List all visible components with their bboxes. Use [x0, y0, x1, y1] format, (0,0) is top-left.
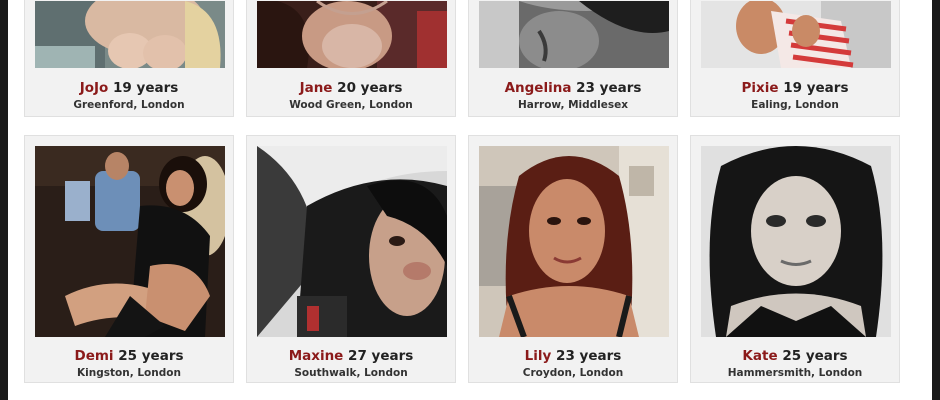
profile-age-unit: years	[136, 80, 179, 96]
profile-age-unit: years	[806, 80, 849, 96]
profile-location: Wood Green, London	[289, 99, 413, 111]
profile-location: Croydon, London	[522, 367, 624, 379]
profile-age: 23	[576, 80, 595, 96]
profile-name-link[interactable]: Maxine	[289, 348, 344, 364]
profile-location: Hammersmith, London	[727, 367, 863, 379]
profile-name-age: Demi 25 years	[25, 348, 233, 364]
profile-name-link[interactable]: Pixie	[742, 80, 779, 96]
profile-caption: Demi 25 years Kingston, London	[25, 348, 233, 380]
profile-location: Kingston, London	[77, 367, 181, 379]
profile-name-age: Pixie 19 years	[691, 80, 899, 96]
profile-age: 19	[783, 80, 803, 96]
profile-age-unit: years	[579, 348, 622, 364]
profile-photo-image	[701, 1, 891, 68]
profile-name-link[interactable]: Angelina	[505, 80, 572, 96]
profile-name-age: Angelina 23 years	[469, 80, 677, 96]
profile-name-link[interactable]: Jane	[300, 80, 333, 96]
profile-caption: JoJo 19 years Greenford, London	[25, 80, 233, 112]
profile-card-pixie[interactable]: Pixie 19 years Ealing, London	[690, 0, 900, 117]
profile-photo-image	[479, 1, 669, 68]
profile-grid-page: JoJo 19 years Greenford, London Jane 20	[0, 0, 940, 400]
profile-photo-image	[257, 146, 447, 337]
profile-photo[interactable]	[701, 146, 891, 337]
profile-location: Southwalk, London	[294, 367, 408, 379]
profile-location: Greenford, London	[73, 99, 185, 111]
profile-photo-image	[35, 146, 225, 337]
profile-caption: Pixie 19 years Ealing, London	[691, 80, 899, 112]
profile-name-age: Maxine 27 years	[247, 348, 455, 364]
profile-location: Harrow, Middlesex	[517, 99, 629, 111]
profile-photo[interactable]	[257, 146, 447, 337]
profile-name-age: Lily 23 years	[469, 348, 677, 364]
profile-photo[interactable]	[701, 1, 891, 68]
profile-age-unit: years	[141, 348, 184, 364]
profile-photo[interactable]	[35, 1, 225, 68]
profile-name-link[interactable]: Lily	[525, 348, 552, 364]
profile-age: 20	[337, 80, 356, 96]
profile-card-angelina[interactable]: Angelina 23 years Harrow, Middlesex	[468, 0, 678, 117]
right-window-edge	[932, 0, 940, 400]
profile-card-kate[interactable]: Kate 25 years Hammersmith, London	[690, 135, 900, 383]
profile-age: 25	[118, 348, 138, 364]
profile-caption: Angelina 23 years Harrow, Middlesex	[469, 80, 677, 112]
profile-photo-image	[35, 1, 225, 68]
profile-age-unit: years	[805, 348, 848, 364]
profile-card-lily[interactable]: Lily 23 years Croydon, London	[468, 135, 678, 383]
profile-photo[interactable]	[257, 1, 447, 68]
profile-name-age: Kate 25 years	[691, 348, 899, 364]
profile-name-age: JoJo 19 years	[25, 80, 233, 96]
profile-photo-image	[479, 146, 669, 337]
profile-caption: Lily 23 years Croydon, London	[469, 348, 677, 380]
profile-age: 19	[113, 80, 132, 96]
profile-age: 25	[782, 348, 802, 364]
profile-photo-image	[257, 1, 447, 68]
profile-card-demi[interactable]: Demi 25 years Kingston, London	[24, 135, 234, 383]
profile-name-link[interactable]: Demi	[74, 348, 113, 364]
profile-name-age: Jane 20 years	[247, 80, 455, 96]
profile-caption: Maxine 27 years Southwalk, London	[247, 348, 455, 380]
profile-photo[interactable]	[479, 146, 669, 337]
profile-photo-image	[701, 146, 891, 337]
profile-card-jojo[interactable]: JoJo 19 years Greenford, London	[24, 0, 234, 117]
profile-photo[interactable]	[479, 1, 669, 68]
profile-age-unit: years	[599, 80, 642, 96]
left-window-edge	[0, 0, 8, 400]
profile-age: 23	[556, 348, 575, 364]
profile-age: 27	[348, 348, 367, 364]
profile-age-unit: years	[360, 80, 403, 96]
profile-location: Ealing, London	[751, 99, 839, 111]
profile-photo[interactable]	[35, 146, 225, 337]
profile-card-jane[interactable]: Jane 20 years Wood Green, London	[246, 0, 456, 117]
profile-caption: Kate 25 years Hammersmith, London	[691, 348, 899, 380]
profile-card-maxine[interactable]: Maxine 27 years Southwalk, London	[246, 135, 456, 383]
profile-caption: Jane 20 years Wood Green, London	[247, 80, 455, 112]
profile-age-unit: years	[371, 348, 414, 364]
profile-name-link[interactable]: Kate	[742, 348, 777, 364]
profile-name-link[interactable]: JoJo	[80, 80, 109, 96]
